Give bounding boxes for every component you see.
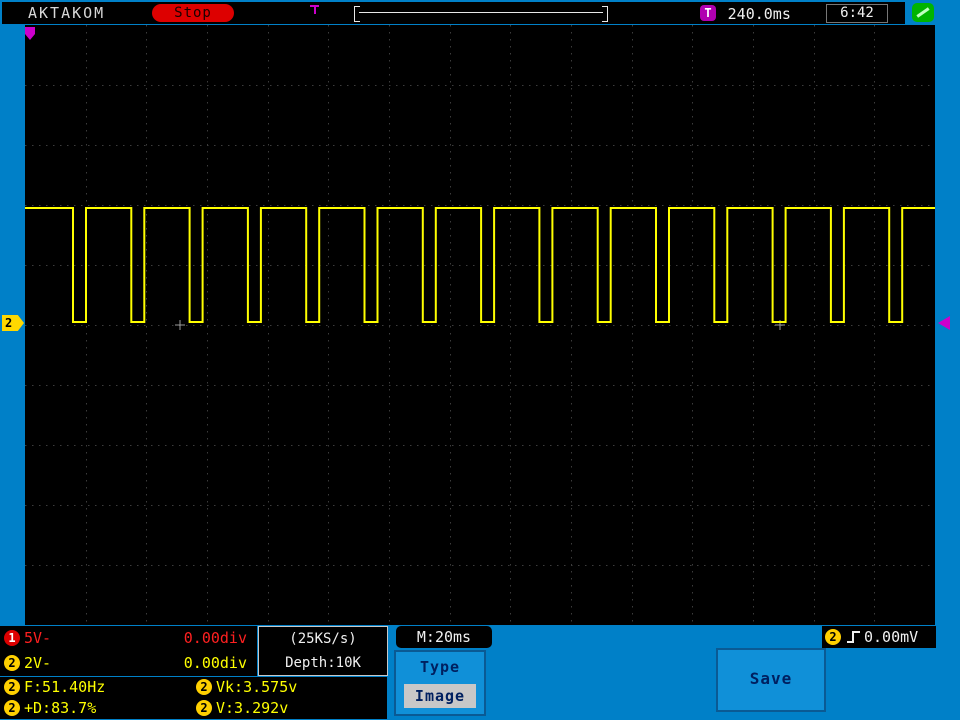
channel2-readout: 2 2V- 0.00div — [0, 651, 257, 676]
save-button[interactable]: Save — [716, 648, 826, 712]
channel1-scale: 5V- — [24, 629, 52, 647]
measurement-row: 2 +D:83.7% 2 V:3.292v — [0, 698, 387, 719]
oscilloscope-screen: AKTAKOM Stop T 240.0ms 6:42 2 1 5V- 0.00… — [0, 0, 960, 720]
measurement-row: 2 F:51.40Hz 2 Vk:3.575v — [0, 677, 387, 698]
brand-label: AKTAKOM — [28, 4, 106, 22]
channel1-position: 0.00div — [183, 629, 247, 647]
trigger-position-marker-icon — [310, 5, 320, 15]
trigger-time-icon: T — [700, 5, 716, 21]
measurement-vk: Vk:3.575v — [216, 678, 298, 696]
record-window-line — [359, 12, 603, 13]
softmenu-type-label[interactable]: Type — [396, 658, 484, 676]
channel2-scale: 2V- — [24, 654, 52, 672]
channel2-position: 0.00div — [183, 654, 247, 672]
timebase-readout: M:20ms — [396, 626, 492, 648]
trigger-source-badge: 2 — [825, 629, 841, 645]
top-status-bar: AKTAKOM Stop T 240.0ms 6:42 — [2, 2, 905, 24]
scope-plot — [25, 25, 935, 625]
measurement-vk-badge: 2 — [196, 679, 212, 695]
softmenu-type[interactable]: Type Image — [394, 650, 486, 716]
sample-rate: (25KS/s) — [289, 631, 357, 647]
rising-edge-icon — [847, 631, 860, 643]
trigger-level-value: 0.00mV — [864, 628, 919, 646]
measurement-v: V:3.292v — [216, 699, 289, 717]
channel1-badge: 1 — [4, 630, 20, 646]
trigger-level-readout: 2 0.00mV — [822, 626, 936, 648]
graticule-grid — [25, 25, 935, 625]
clock: 6:42 — [826, 4, 888, 23]
measurement-duty-badge: 2 — [4, 700, 20, 716]
record-window-indicator — [354, 6, 608, 22]
measurement-frequency-badge: 2 — [4, 679, 20, 695]
channel2-badge: 2 — [4, 655, 20, 671]
channel1-readout: 1 5V- 0.00div — [0, 626, 257, 651]
measurement-duty: +D:83.7% — [24, 699, 97, 717]
measurement-panel: 2 F:51.40Hz 2 Vk:3.575v 2 +D:83.7% 2 V:3… — [0, 677, 387, 719]
measurement-v-badge: 2 — [196, 700, 212, 716]
usb-status-icon — [912, 3, 934, 22]
record-window-right-bracket-icon — [602, 6, 608, 22]
record-window-left-bracket-icon — [354, 6, 360, 22]
run-stop-status: Stop — [152, 4, 234, 22]
trigger-time-readout: T 240.0ms — [700, 4, 791, 23]
waveform-display — [25, 25, 935, 625]
channel2-level-marker[interactable]: 2 — [2, 315, 24, 331]
trigger-time-value: 240.0ms — [727, 5, 791, 23]
acquisition-panel: (25KS/s) Depth:10K — [258, 626, 388, 676]
trigger-corner-marker-icon — [25, 27, 35, 40]
trigger-level-marker-icon[interactable] — [938, 316, 950, 330]
softmenu-image-option[interactable]: Image — [404, 684, 476, 708]
channel-readout-panel: 1 5V- 0.00div 2 2V- 0.00div — [0, 626, 257, 676]
memory-depth: Depth:10K — [285, 655, 361, 671]
measurement-frequency: F:51.40Hz — [24, 678, 106, 696]
